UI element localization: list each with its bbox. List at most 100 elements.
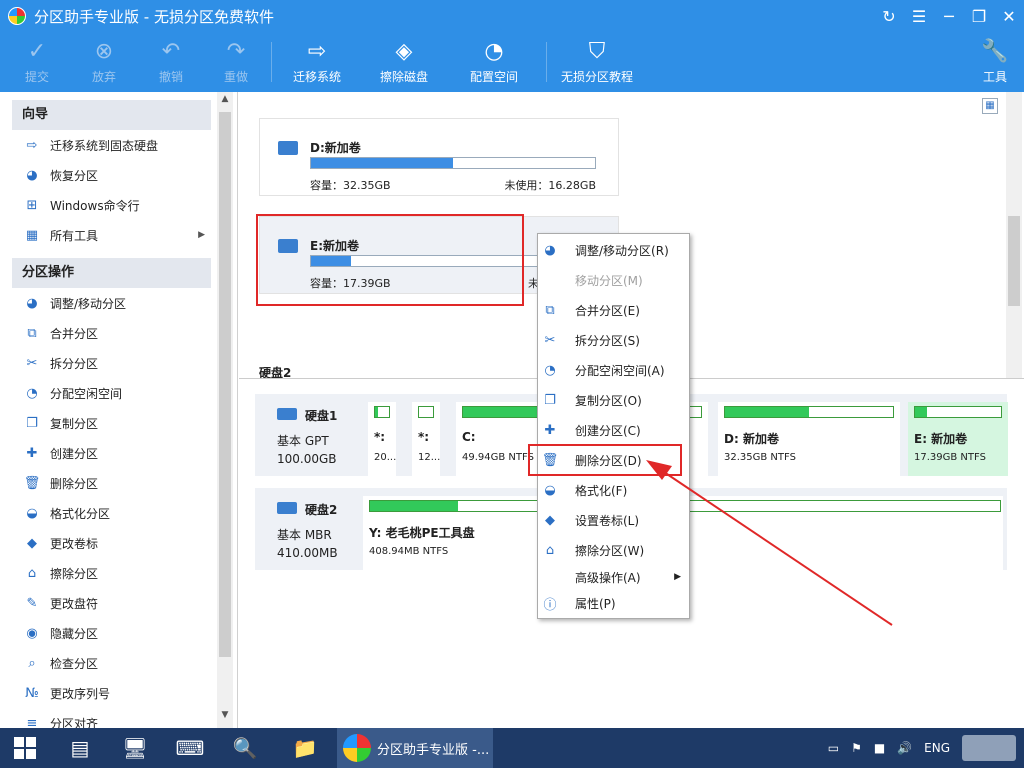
sidebar-item[interactable]: ◔ 分配空闲空间	[0, 378, 237, 408]
sidebar-item[interactable]: ◕ 调整/移动分区	[0, 288, 237, 318]
search-app-icon[interactable]: 🔍	[220, 728, 270, 768]
flag-icon[interactable]: ⚑	[851, 741, 862, 755]
partition-detail: 20...	[374, 452, 397, 463]
scroll-thumb[interactable]	[1008, 216, 1020, 306]
tools-button[interactable]: 🔧 工具	[980, 36, 1010, 85]
partition-cell[interactable]: *: 12...	[412, 402, 440, 476]
maximize-button[interactable]: ❐	[964, 0, 994, 32]
chip-app-icon[interactable]: ▤	[55, 728, 105, 768]
cancel-icon: ⊗	[94, 38, 114, 64]
sidebar-item[interactable]: ⧉ 合并分区	[0, 318, 237, 348]
sidebar-item[interactable]: ⌂ 擦除分区	[0, 558, 237, 588]
context-menu-item[interactable]: 移动分区(M)	[538, 267, 689, 293]
context-menu-label: 设置卷标(L)	[575, 513, 640, 528]
sidebar-item-label: 所有工具	[50, 228, 99, 243]
computer-app-icon[interactable]: 🖥	[110, 728, 160, 768]
tutorial-button[interactable]: ⛉ 无损分区教程	[561, 36, 633, 85]
sidebar-item[interactable]: ✚ 创建分区	[0, 438, 237, 468]
tag-icon: ◆	[545, 512, 555, 528]
start-button[interactable]	[0, 728, 50, 768]
serial-icon: №	[25, 685, 39, 701]
context-menu-item[interactable]: ◔ 分配空闲空间(A)	[538, 357, 689, 383]
sidebar-item-label: 隐藏分区	[50, 626, 99, 641]
sidebar-item[interactable]: № 更改序列号	[0, 678, 237, 708]
wipe-icon: ⌂	[27, 565, 37, 581]
volume-icon[interactable]: 🔊	[897, 741, 912, 755]
context-menu-item[interactable]: ◒ 格式化(F)	[538, 477, 689, 503]
undo-icon: ↶	[161, 38, 181, 64]
network-icon[interactable]: ▭	[828, 741, 839, 755]
trash-icon: 🗑	[23, 475, 41, 491]
usage-bar	[310, 157, 596, 169]
sidebar-item-label: 分配空闲空间	[50, 386, 123, 401]
partition-cell[interactable]: D: 新加卷 32.35GB NTFS	[718, 402, 900, 476]
volume-scrollbar[interactable]	[1006, 92, 1022, 378]
context-menu-item[interactable]: ✚ 创建分区(C)	[538, 417, 689, 443]
redo-button[interactable]: ↷ 重做	[221, 36, 251, 85]
window-title: 分区助手专业版 - 无损分区免费软件	[34, 7, 274, 26]
title-bar: 分区助手专业版 - 无损分区免费软件	[0, 0, 1024, 32]
view-mode-icon[interactable]: ▦	[982, 98, 998, 114]
sidebar-item[interactable]: ✎ 更改盘符	[0, 588, 237, 618]
sidebar-item-label: Windows命令行	[50, 198, 140, 213]
wipe-icon: ⌂	[545, 542, 555, 558]
context-menu-item[interactable]: ❐ 复制分区(O)	[538, 387, 689, 413]
context-menu-item[interactable]: ◆ 设置卷标(L)	[538, 507, 689, 533]
sidebar-item-label: 更改序列号	[50, 686, 111, 701]
language-indicator[interactable]: ENG	[924, 741, 950, 755]
partition-usage-bar	[724, 406, 894, 418]
partition-usage-bar	[374, 406, 390, 418]
resize-icon: ◕	[544, 242, 556, 258]
sidebar-item[interactable]: ◆ 更改卷标	[0, 528, 237, 558]
volume-card-d[interactable]: D:新加卷 容量：32.35GB 未使用：16.28GB	[259, 118, 619, 196]
sidebar-item[interactable]: ✂ 拆分分区	[0, 348, 237, 378]
sidebar-item[interactable]: ⇨ 迁移系统到固态硬盘	[0, 130, 237, 160]
align-icon: ≡	[26, 715, 38, 729]
sidebar-item-label: 格式化分区	[50, 506, 111, 521]
context-menu-label: 高级操作(A)	[575, 570, 641, 585]
scroll-up-icon[interactable]: ▲	[217, 94, 233, 110]
menu-icon[interactable]: ☰	[904, 0, 934, 32]
context-menu-item[interactable]: ⧉ 合并分区(E)	[538, 297, 689, 323]
sidebar-item[interactable]: 🗑 删除分区	[0, 468, 237, 498]
migrate-os-button[interactable]: ⇨ 迁移系统	[293, 36, 341, 85]
scroll-thumb[interactable]	[219, 112, 231, 657]
sidebar-item[interactable]: ⌕ 检查分区	[0, 648, 237, 678]
sidebar-item[interactable]: ≡ 分区对齐	[0, 708, 237, 729]
context-menu-item[interactable]: ⌂ 擦除分区(W)	[538, 537, 689, 563]
scroll-down-icon[interactable]: ▼	[217, 710, 233, 726]
sidebar-item-label: 擦除分区	[50, 566, 99, 581]
close-button[interactable]: ✕	[994, 0, 1024, 32]
partition-cell[interactable]: E: 新加卷 17.39GB NTFS	[908, 402, 1008, 476]
partition-cell[interactable]: *: 20...	[368, 402, 396, 476]
commit-button[interactable]: ✓ 提交	[22, 36, 52, 85]
refresh-icon[interactable]: ↻	[874, 0, 904, 32]
taskbar-active-app[interactable]: 分区助手专业版 -...	[337, 728, 493, 768]
redo-icon: ↷	[226, 38, 246, 64]
undo-button[interactable]: ↶ 撤销	[156, 36, 186, 85]
sidebar-item[interactable]: ◉ 隐藏分区	[0, 618, 237, 648]
context-menu-item[interactable]: ⓘ 属性(P)	[538, 590, 689, 616]
sidebar-scrollbar[interactable]: ▲ ▼	[217, 92, 233, 728]
folder-app-icon[interactable]: 📁	[280, 728, 330, 768]
toolbar-separator	[271, 42, 272, 82]
discard-button[interactable]: ⊗ 放弃	[89, 36, 119, 85]
disk-icon	[277, 408, 297, 420]
minimize-button[interactable]: ─	[934, 0, 964, 32]
disk-info: 硬盘2 基本 MBR 410.00MB	[277, 502, 338, 560]
sidebar-item[interactable]: ⊞ Windows命令行	[0, 190, 237, 220]
partition-app-icon	[343, 734, 371, 762]
color-icon[interactable]: ■	[874, 741, 885, 755]
sidebar-item[interactable]: ❐ 复制分区	[0, 408, 237, 438]
wipe-disk-button[interactable]: ◈ 擦除磁盘	[380, 36, 428, 85]
sidebar-item[interactable]: ▦ 所有工具 ▶	[0, 220, 237, 250]
sidebar-item[interactable]: ◒ 格式化分区	[0, 498, 237, 528]
context-menu-item[interactable]: 高级操作(A) ▶	[538, 564, 689, 590]
context-menu-item[interactable]: ◕ 调整/移动分区(R)	[538, 237, 689, 263]
context-menu-label: 调整/移动分区(R)	[575, 243, 669, 258]
allocate-space-button[interactable]: ◔ 配置空间	[470, 36, 518, 85]
keyboard-app-icon[interactable]: ⌨	[165, 728, 215, 768]
context-menu-item[interactable]: ✂ 拆分分区(S)	[538, 327, 689, 353]
drive-arrow-icon: ⇨	[307, 38, 327, 64]
sidebar-item[interactable]: ◕ 恢复分区	[0, 160, 237, 190]
